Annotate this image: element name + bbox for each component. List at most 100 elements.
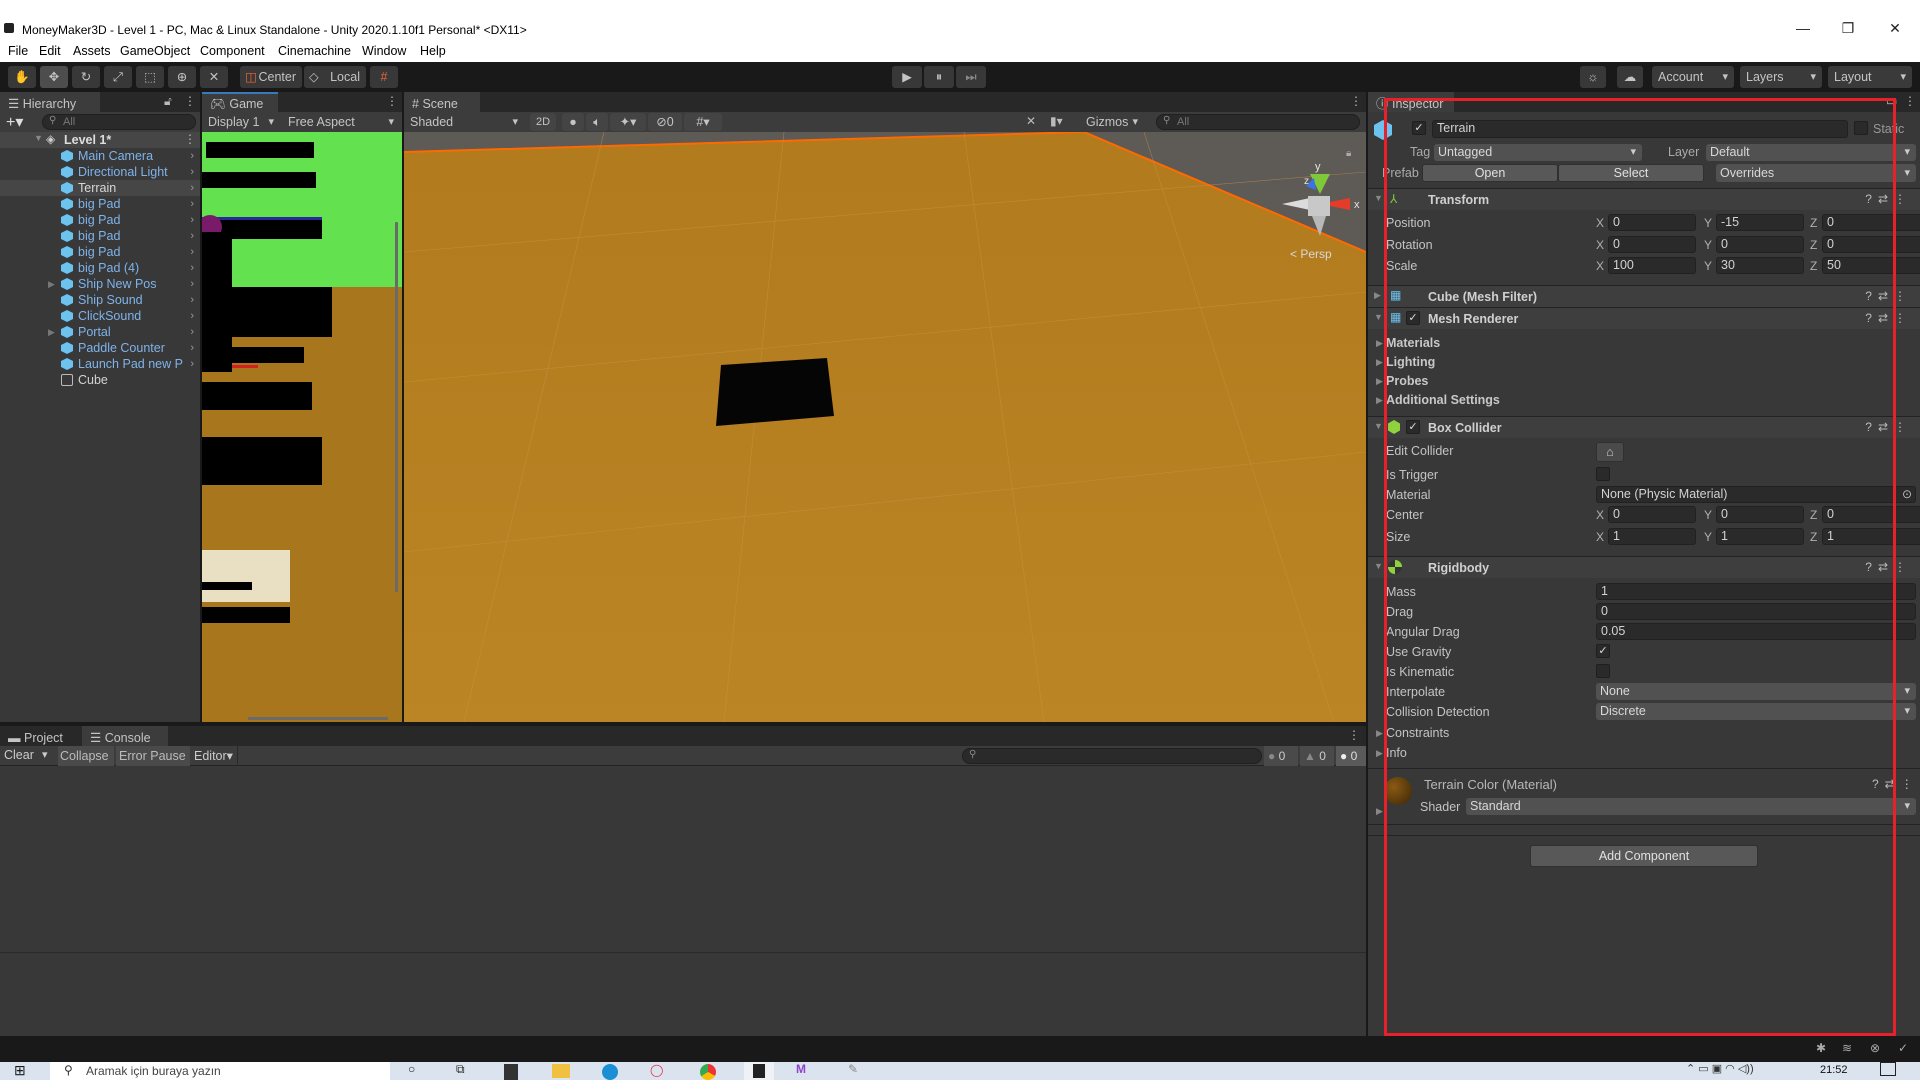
fold-arrow-icon[interactable]: ▶ xyxy=(1376,806,1383,817)
fold-arrow-icon[interactable]: ▼ xyxy=(1374,193,1383,203)
paint-icon[interactable]: ✎ xyxy=(848,1062,858,1076)
mesh-renderer-foldout[interactable]: Additional Settings xyxy=(1386,393,1500,407)
hierarchy-search-input[interactable]: ⚲ All xyxy=(42,114,196,130)
menu-edit[interactable]: Edit xyxy=(39,44,61,58)
menu-cinemachine[interactable]: Cinemachine xyxy=(278,44,351,58)
notification-center-icon[interactable] xyxy=(1880,1062,1896,1076)
scale-y-input[interactable]: 30 xyxy=(1716,257,1804,274)
fold-arrow-icon[interactable]: ▼ xyxy=(1374,312,1383,322)
is-trigger-checkbox[interactable] xyxy=(1596,467,1610,481)
menu-component[interactable]: Component xyxy=(200,44,265,58)
rotation-x-input[interactable]: 0 xyxy=(1608,236,1696,253)
interpolate-dropdown[interactable]: None xyxy=(1596,683,1916,700)
tools-icon[interactable]: ✕ xyxy=(1026,114,1036,128)
scene-menu-icon[interactable]: ⋮ xyxy=(1350,94,1362,108)
hierarchy-item[interactable]: ClickSound › xyxy=(0,308,200,324)
inspector-menu-icon[interactable]: ⋮ xyxy=(1904,94,1916,108)
fold-arrow-icon[interactable]: ▶ xyxy=(48,324,55,340)
component-header-icons[interactable]: ?⇄⋮ xyxy=(1865,289,1912,303)
hidden-objects-toggle[interactable]: ⊘0 xyxy=(648,113,682,131)
open-prefab-arrow-icon[interactable]: › xyxy=(190,292,194,308)
prefab-open-button[interactable]: Open xyxy=(1422,164,1558,182)
hierarchy-item[interactable]: Terrain › xyxy=(0,180,200,196)
use-gravity-checkbox[interactable]: ✓ xyxy=(1596,644,1610,658)
scene-render-view[interactable]: y x z < Persp 🔒︎ xyxy=(404,132,1366,722)
cortana-icon[interactable]: ○ xyxy=(408,1062,415,1076)
taskbar-search-input[interactable]: ⚲ Aramak için buraya yazın xyxy=(50,1062,390,1080)
windows-start-icon[interactable]: ⊞ xyxy=(14,1062,26,1079)
scale-z-input[interactable]: 50 xyxy=(1822,257,1920,274)
rotation-z-input[interactable]: 0 xyxy=(1822,236,1920,253)
hierarchy-item[interactable]: Launch Pad new P › xyxy=(0,356,200,372)
hierarchy-item[interactable]: ▶ Portal › xyxy=(0,324,200,340)
box-collider-header[interactable]: ▼ ✓ Box Collider ?⇄⋮ xyxy=(1368,416,1920,438)
open-prefab-arrow-icon[interactable]: › xyxy=(190,196,194,212)
collision-detection-dropdown[interactable]: Discrete xyxy=(1596,703,1916,720)
fold-arrow-icon[interactable]: ▶ xyxy=(1376,376,1383,387)
cloud-button[interactable]: ☁ xyxy=(1617,66,1643,88)
hierarchy-item[interactable]: Paddle Counter › xyxy=(0,340,200,356)
projection-label[interactable]: < Persp xyxy=(1290,247,1332,261)
console-menu-icon[interactable]: ⋮ xyxy=(1348,728,1360,742)
mesh-renderer-header[interactable]: ▼ ▦ ✓ Mesh Renderer ?⇄⋮ xyxy=(1368,307,1920,329)
system-tray-icons[interactable]: ⌃ ▭ ▣ ◠ ◁)) xyxy=(1686,1062,1754,1075)
mesh-renderer-foldout[interactable]: Lighting xyxy=(1386,355,1435,369)
open-prefab-arrow-icon[interactable]: › xyxy=(190,324,194,340)
hierarchy-item[interactable]: Main Camera › xyxy=(0,148,200,164)
game-menu-icon[interactable]: ⋮ xyxy=(386,94,398,108)
prefab-select-button[interactable]: Select xyxy=(1558,164,1704,182)
component-header-icons[interactable]: ?⇄⋮ xyxy=(1865,420,1912,434)
unity-taskbar-button[interactable] xyxy=(744,1062,774,1080)
restore-button[interactable]: ❐ xyxy=(1825,16,1871,40)
open-prefab-arrow-icon[interactable]: › xyxy=(190,260,194,276)
play-button[interactable]: ▶ xyxy=(892,66,922,88)
effects-dropdown[interactable]: ✦▾ xyxy=(610,113,646,131)
cube-object[interactable] xyxy=(716,358,834,426)
menu-gameobject[interactable]: GameObject xyxy=(120,44,190,58)
error-pause-toggle[interactable]: Error Pause xyxy=(116,746,190,766)
scale-x-input[interactable]: 100 xyxy=(1608,257,1696,274)
pivot-center-toggle[interactable]: ◫ Center xyxy=(240,66,302,88)
visual-studio-icon[interactable]: M xyxy=(796,1062,806,1076)
menu-assets[interactable]: Assets xyxy=(73,44,111,58)
collider-size-x-input[interactable]: 1 xyxy=(1608,528,1696,545)
tag-dropdown[interactable]: Untagged xyxy=(1434,144,1642,161)
rigidbody-header[interactable]: ▼ Rigidbody ?⇄⋮ xyxy=(1368,556,1920,578)
static-dropdown[interactable]: Static xyxy=(1873,122,1904,136)
hierarchy-item[interactable]: ▶ Ship New Pos › xyxy=(0,276,200,292)
audio-toggle[interactable]: 🔈︎ xyxy=(586,113,608,131)
opera-browser-icon[interactable]: ◯ xyxy=(650,1063,663,1077)
hierarchy-item[interactable]: big Pad › xyxy=(0,196,200,212)
clear-button[interactable]: Clear xyxy=(4,748,34,762)
display-dropdown[interactable]: Display 1 xyxy=(202,113,280,131)
rotate-tool-button[interactable]: ↻ xyxy=(72,66,100,88)
hierarchy-item[interactable]: Directional Light › xyxy=(0,164,200,180)
game-scrollbar-horizontal[interactable] xyxy=(248,717,388,720)
open-prefab-arrow-icon[interactable]: › xyxy=(190,356,194,372)
collider-center-y-input[interactable]: 0 xyxy=(1716,506,1804,523)
terrain-mesh[interactable] xyxy=(404,132,1366,722)
console-search-input[interactable]: ⚲ xyxy=(962,748,1262,764)
mesh-filter-header[interactable]: ▶ ▦ Cube (Mesh Filter) ?⇄⋮ xyxy=(1368,285,1920,307)
scene-menu-icon[interactable]: ⋮ xyxy=(184,132,196,146)
hierarchy-item[interactable]: big Pad › xyxy=(0,228,200,244)
clock-time[interactable]: 21:52 xyxy=(1820,1064,1848,1076)
hierarchy-item[interactable]: big Pad › xyxy=(0,212,200,228)
fold-arrow-icon[interactable]: ▼ xyxy=(34,133,43,143)
custom-tool-button[interactable]: ✕ xyxy=(200,66,228,88)
position-x-input[interactable]: 0 xyxy=(1608,214,1696,231)
rotation-y-input[interactable]: 0 xyxy=(1716,236,1804,253)
shading-mode-dropdown[interactable]: Shaded xyxy=(404,113,524,131)
collider-size-z-input[interactable]: 1 xyxy=(1822,528,1920,545)
menu-help[interactable]: Help xyxy=(420,44,446,58)
static-checkbox[interactable] xyxy=(1854,121,1868,135)
component-header-icons[interactable]: ?⇄⋮ xyxy=(1865,560,1912,574)
position-z-input[interactable]: 0 xyxy=(1822,214,1920,231)
object-picker-icon[interactable]: ⊙ xyxy=(1902,487,1912,501)
open-prefab-arrow-icon[interactable]: › xyxy=(190,228,194,244)
aspect-dropdown[interactable]: Free Aspect xyxy=(282,113,400,131)
collider-center-z-input[interactable]: 0 xyxy=(1822,506,1920,523)
component-header-icons[interactable]: ?⇄⋮ xyxy=(1865,311,1912,325)
position-y-input[interactable]: -15 xyxy=(1716,214,1804,231)
tab-hierarchy[interactable]: ☰ Hierarchy xyxy=(0,92,100,112)
